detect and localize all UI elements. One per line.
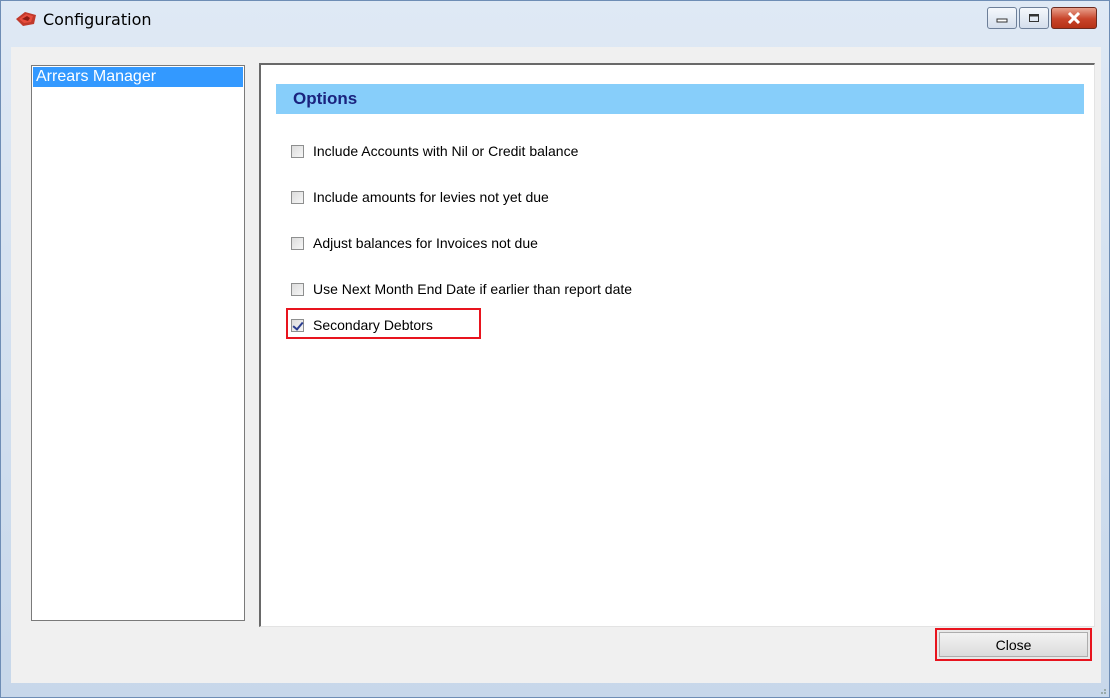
option-label: Include amounts for levies not yet due [313,189,549,205]
resize-grip-icon[interactable] [1097,685,1107,695]
option-label: Include Accounts with Nil or Credit bala… [313,143,579,159]
minimize-icon [996,18,1008,23]
maximize-button[interactable] [1019,7,1049,29]
sidebar: Arrears Manager [31,65,245,621]
app-red-icon [16,12,36,26]
option-label: Adjust balances for Invoices not due [313,235,538,251]
options-panel: Options Include Accounts with Nil or Cre… [259,63,1095,627]
close-button[interactable]: Close [939,632,1088,657]
options-header: Options [276,84,1084,114]
close-window-button[interactable] [1051,7,1097,29]
option-include-levies-not-due[interactable]: Include amounts for levies not yet due [291,187,549,207]
configuration-window: Configuration Arrears Manager Options In… [0,0,1110,698]
minimize-button[interactable] [987,7,1017,29]
maximize-icon [1029,14,1039,22]
option-next-month-end-date[interactable]: Use Next Month End Date if earlier than … [291,279,632,299]
checkbox[interactable] [291,282,304,296]
title-bar[interactable]: Configuration [1,1,1109,39]
highlight-box [286,308,481,339]
checkbox[interactable] [291,190,304,204]
checkbox[interactable] [291,144,304,158]
option-adjust-invoices-not-due[interactable]: Adjust balances for Invoices not due [291,233,538,253]
close-icon [1067,12,1081,24]
checkbox[interactable] [291,236,304,250]
close-button-highlight: Close [935,628,1092,661]
dialog-client-area: Arrears Manager Options Include Accounts… [11,47,1101,683]
window-title: Configuration [43,10,152,29]
option-label: Use Next Month End Date if earlier than … [313,281,633,297]
option-include-nil-credit[interactable]: Include Accounts with Nil or Credit bala… [291,141,578,161]
sidebar-item-arrears-manager[interactable]: Arrears Manager [33,67,243,87]
window-controls [985,7,1097,31]
